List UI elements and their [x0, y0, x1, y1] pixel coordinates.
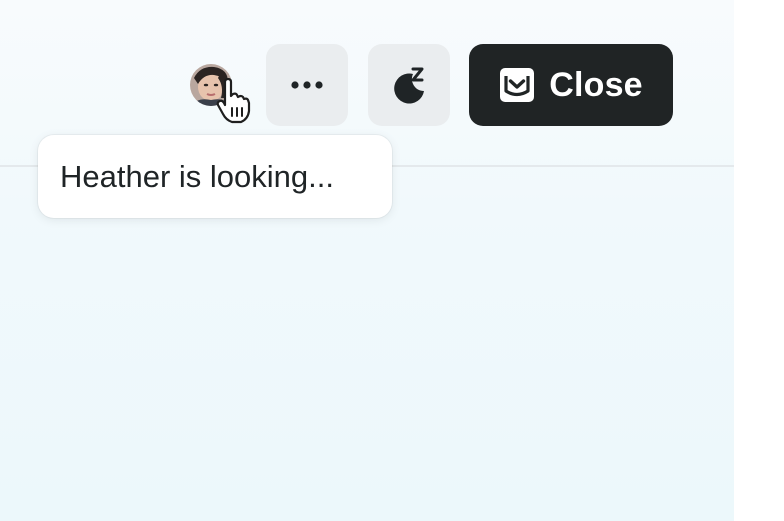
hand-pointer-icon	[214, 77, 254, 124]
moon-snooze-icon	[394, 67, 424, 104]
snooze-button[interactable]	[368, 44, 450, 126]
close-button-label: Close	[549, 65, 643, 104]
more-options-button[interactable]	[266, 44, 348, 126]
presence-tooltip-text: Heather is looking...	[60, 158, 334, 194]
ellipsis-icon	[291, 81, 323, 89]
conversation-panel: Close Heather is looking...	[0, 0, 734, 521]
presence-tooltip: Heather is looking...	[38, 135, 392, 218]
close-conversation-button[interactable]: Close	[469, 44, 673, 126]
inbox-close-icon	[500, 68, 535, 102]
